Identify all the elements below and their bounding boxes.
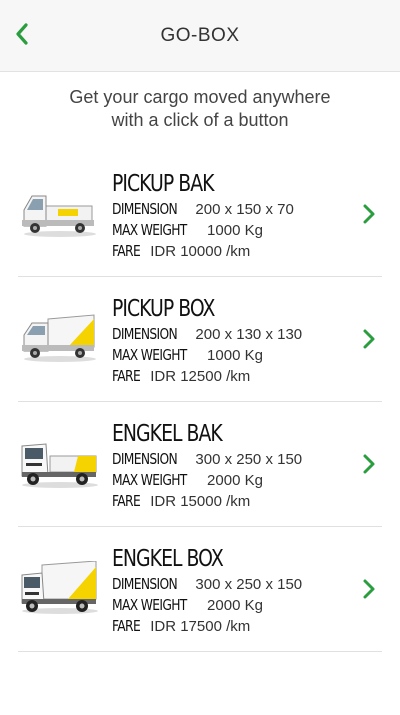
max-weight-row: MAX WEIGHT 2000 Kg [112,471,342,492]
engkel-bak-truck-icon [18,436,100,492]
dimension-value: 200 x 130 x 130 [195,326,303,343]
tagline: Get your cargo moved anywhere with a cli… [20,86,380,132]
dimension-label: DIMENSION [112,575,178,593]
dimension-value: 200 x 150 x 70 [195,201,294,218]
fare-row: FARE IDR 12500 /km [112,367,342,388]
vehicle-name: PICKUP BAK [112,171,214,197]
vehicle-info: PICKUP BAK DIMENSION 200 x 150 x 70 MAX … [112,168,342,263]
fare-row: FARE IDR 17500 /km [112,617,342,638]
chevron-right-icon[interactable] [356,325,382,353]
chevron-right-icon[interactable] [356,575,382,603]
dimension-label: DIMENSION [112,325,178,343]
max-weight-row: MAX WEIGHT 1000 Kg [112,221,342,242]
vehicle-option-pickup-bak[interactable]: PICKUP BAK DIMENSION 200 x 150 x 70 MAX … [18,152,382,277]
fare-label: FARE [112,617,141,635]
max-weight-label: MAX WEIGHT [112,346,187,364]
vehicle-name: ENGKEL BOX [112,546,224,572]
dimension-row: DIMENSION 300 x 250 x 150 [112,450,342,471]
max-weight-row: MAX WEIGHT 2000 Kg [112,596,342,617]
vehicle-option-engkel-box[interactable]: ENGKEL BOX DIMENSION 300 x 250 x 150 MAX… [18,527,382,652]
navigation-bar: GO-BOX [0,0,400,72]
tagline-line-2: with a click of a button [111,110,289,130]
max-weight-label: MAX WEIGHT [112,221,187,239]
fare-label: FARE [112,492,141,510]
fare-value: IDR 17500 /km [150,618,251,635]
fare-value: IDR 15000 /km [150,493,251,510]
max-weight-value: 1000 Kg [207,347,263,364]
engkel-box-truck-icon [18,560,100,617]
fare-value: IDR 12500 /km [150,368,251,385]
fare-row: FARE IDR 15000 /km [112,492,342,513]
vehicle-name: ENGKEL BAK [112,421,223,447]
dimension-row: DIMENSION 300 x 250 x 150 [112,575,342,596]
chevron-right-icon[interactable] [356,200,382,228]
max-weight-label: MAX WEIGHT [112,471,187,489]
max-weight-value: 1000 Kg [207,222,263,239]
max-weight-row: MAX WEIGHT 1000 Kg [112,346,342,367]
fare-row: FARE IDR 10000 /km [112,242,342,263]
dimension-value: 300 x 250 x 150 [195,451,303,468]
dimension-row: DIMENSION 200 x 130 x 130 [112,325,342,346]
vehicle-info: PICKUP BOX DIMENSION 200 x 130 x 130 MAX… [112,293,342,388]
vehicle-info: ENGKEL BAK DIMENSION 300 x 250 x 150 MAX… [112,418,342,513]
tagline-line-1: Get your cargo moved anywhere [69,87,331,107]
dimension-label: DIMENSION [112,200,178,218]
dimension-row: DIMENSION 200 x 150 x 70 [112,200,342,221]
vehicle-option-pickup-box[interactable]: PICKUP BOX DIMENSION 200 x 130 x 130 MAX… [18,277,382,402]
chevron-right-icon[interactable] [356,450,382,478]
page-title: GO-BOX [160,25,240,46]
vehicle-info: ENGKEL BOX DIMENSION 300 x 250 x 150 MAX… [112,543,342,638]
max-weight-value: 2000 Kg [207,597,263,614]
fare-label: FARE [112,367,141,385]
max-weight-value: 2000 Kg [207,472,263,489]
fare-value: IDR 10000 /km [150,243,251,260]
vehicle-list: PICKUP BAK DIMENSION 200 x 150 x 70 MAX … [18,152,382,652]
pickup-bak-truck-icon [18,186,100,242]
dimension-value: 300 x 250 x 150 [195,576,303,593]
dimension-label: DIMENSION [112,450,178,468]
max-weight-label: MAX WEIGHT [112,596,187,614]
pickup-box-truck-icon [18,311,100,367]
vehicle-option-engkel-bak[interactable]: ENGKEL BAK DIMENSION 300 x 250 x 150 MAX… [18,402,382,527]
vehicle-name: PICKUP BOX [112,296,215,322]
fare-label: FARE [112,242,141,260]
